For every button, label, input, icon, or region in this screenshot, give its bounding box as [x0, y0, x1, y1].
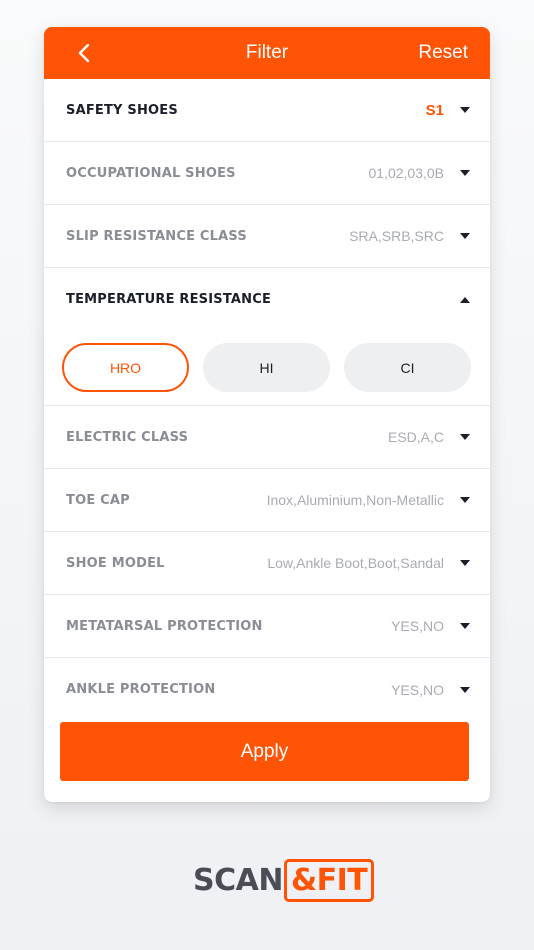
logo-scan-text: SCAN: [193, 863, 283, 898]
logo-fit-text: &FIT: [290, 863, 368, 898]
logo-fit-box: &FIT: [283, 859, 375, 902]
filter-row-toe-cap[interactable]: TOE CAP Inox,Aluminium,Non-Metallic: [44, 469, 490, 532]
filter-label: METATARSAL PROTECTION: [66, 618, 263, 634]
filter-label: SLIP RESISTANCE CLASS: [66, 228, 247, 244]
filter-row-safety-shoes[interactable]: SAFETY SHOES S1: [44, 79, 490, 142]
caret-up-icon: [460, 296, 470, 303]
header-bar: Filter Reset: [44, 27, 490, 79]
caret-down-icon: [460, 107, 470, 113]
filter-label: ELECTRIC CLASS: [66, 429, 189, 445]
chevron-left-icon: [78, 43, 90, 63]
filter-value: Low,Ankle Boot,Boot,Sandal: [267, 555, 444, 571]
option-hro[interactable]: HRO: [62, 343, 189, 392]
caret-down-icon: [460, 560, 470, 566]
option-hi[interactable]: HI: [203, 343, 330, 392]
caret-down-icon: [460, 623, 470, 629]
caret-down-icon: [460, 686, 470, 693]
filter-label: SAFETY SHOES: [66, 102, 178, 118]
temperature-options: HRO HI CI: [44, 331, 490, 406]
apply-button[interactable]: Apply: [60, 722, 469, 781]
filter-value: S1: [425, 101, 444, 119]
filter-value: YES,NO: [391, 618, 444, 634]
filter-card: Filter Reset SAFETY SHOES S1 OCCUPATIONA…: [44, 27, 490, 802]
option-ci[interactable]: CI: [344, 343, 471, 392]
caret-down-icon: [460, 170, 470, 176]
back-button[interactable]: [72, 40, 96, 66]
page-title: Filter: [245, 42, 289, 63]
filter-row-metatarsal-protection[interactable]: METATARSAL PROTECTION YES,NO: [44, 595, 490, 658]
filter-row-slip-resistance[interactable]: SLIP RESISTANCE CLASS SRA,SRB,SRC: [44, 205, 490, 268]
filter-value: 01,02,03,0B: [368, 165, 444, 181]
caret-down-icon: [460, 233, 470, 239]
filter-label: ANKLE PROTECTION: [66, 682, 216, 697]
filter-value: Inox,Aluminium,Non-Metallic: [266, 492, 444, 508]
filter-label: OCCUPATIONAL SHOES: [66, 165, 236, 181]
filter-row-electric-class[interactable]: ELECTRIC CLASS ESD,A,C: [44, 406, 490, 469]
filter-row-temperature-resistance[interactable]: TEMPERATURE RESISTANCE: [44, 268, 490, 331]
filter-value: ESD,A,C: [387, 429, 444, 445]
filter-row-ankle-protection[interactable]: ANKLE PROTECTION YES,NO: [44, 658, 490, 721]
filter-label: TEMPERATURE RESISTANCE: [66, 292, 272, 307]
filter-value: YES,NO: [391, 681, 444, 698]
filter-row-occupational-shoes[interactable]: OCCUPATIONAL SHOES 01,02,03,0B: [44, 142, 490, 205]
filter-row-shoe-model[interactable]: SHOE MODEL Low,Ankle Boot,Boot,Sandal: [44, 532, 490, 595]
filter-label: SHOE MODEL: [66, 555, 165, 571]
caret-down-icon: [460, 434, 470, 440]
filter-label: TOE CAP: [66, 492, 130, 508]
caret-down-icon: [460, 497, 470, 503]
filter-value: SRA,SRB,SRC: [349, 228, 444, 244]
reset-button[interactable]: Reset: [418, 27, 468, 79]
scanfit-logo: SCAN &FIT: [193, 859, 375, 902]
